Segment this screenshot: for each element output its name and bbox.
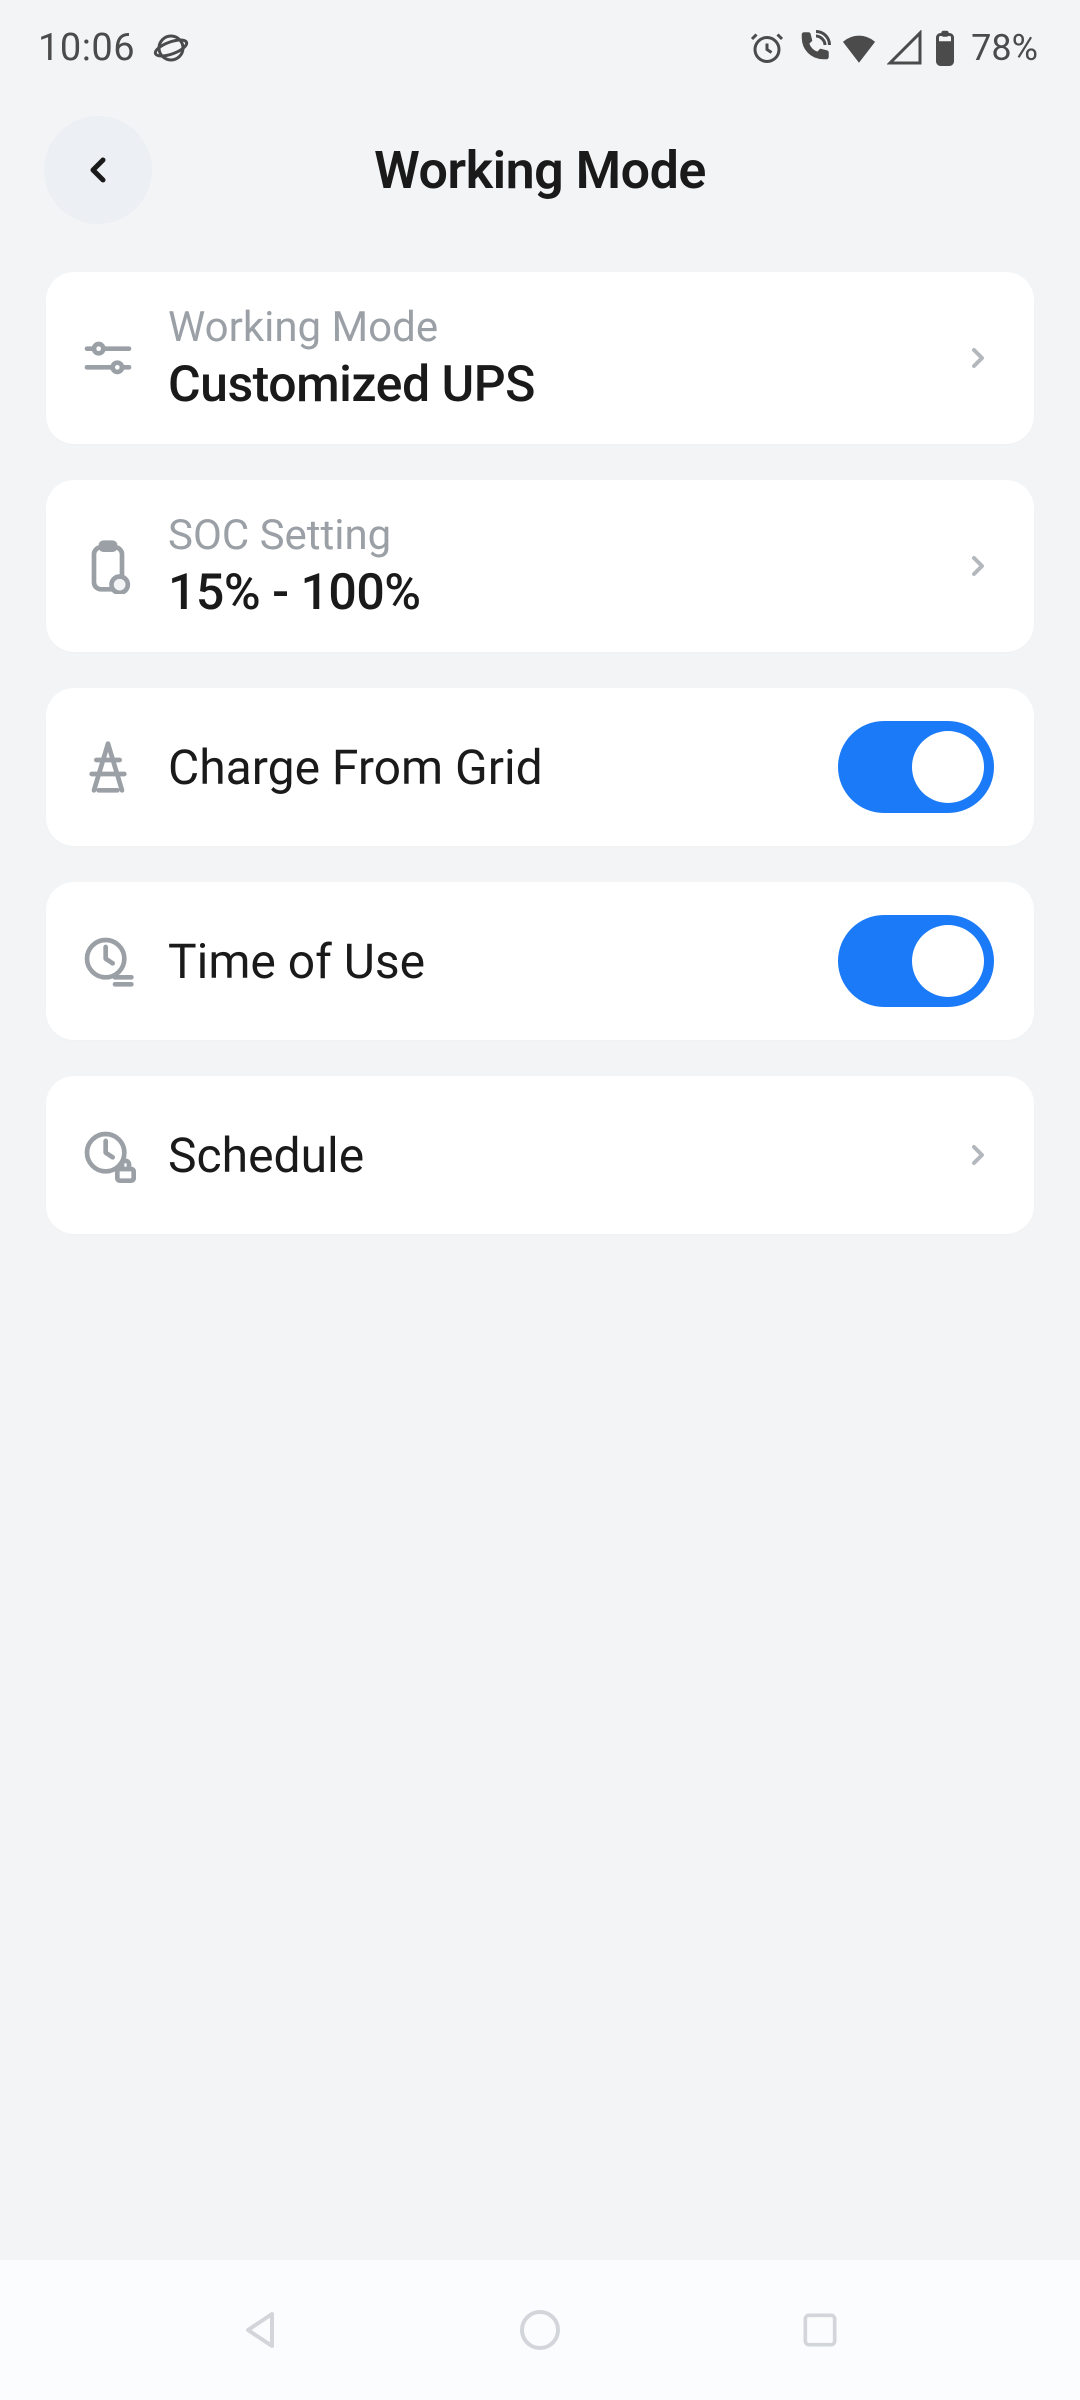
row-time-of-use: Time of Use bbox=[46, 882, 1034, 1040]
system-nav-bar bbox=[0, 2260, 1080, 2400]
card-list: Working Mode Customized UPS SOC Setting … bbox=[0, 244, 1080, 1234]
back-button[interactable] bbox=[44, 116, 152, 224]
chevron-right-icon bbox=[962, 1139, 994, 1171]
phone-wifi-icon bbox=[795, 30, 831, 66]
battery-soc-icon bbox=[76, 534, 140, 598]
nav-back[interactable] bbox=[232, 2302, 288, 2358]
status-battery: 78% bbox=[971, 27, 1038, 69]
row-label: SOC Setting bbox=[168, 511, 962, 560]
nav-recent[interactable] bbox=[792, 2302, 848, 2358]
row-working-mode[interactable]: Working Mode Customized UPS bbox=[46, 272, 1034, 444]
pylon-icon bbox=[76, 735, 140, 799]
chevron-right-icon bbox=[962, 342, 994, 374]
status-bar: 10:06 78% bbox=[0, 0, 1080, 96]
row-value: Customized UPS bbox=[168, 356, 962, 414]
wifi-icon bbox=[841, 30, 877, 66]
clock-lock-icon bbox=[76, 1123, 140, 1187]
status-right: 78% bbox=[749, 27, 1038, 69]
planet-icon bbox=[153, 30, 189, 66]
row-label: Schedule bbox=[168, 1127, 962, 1184]
sliders-icon bbox=[76, 326, 140, 390]
header: Working Mode bbox=[0, 96, 1080, 244]
row-label: Working Mode bbox=[168, 303, 962, 352]
toggle-charge-from-grid[interactable] bbox=[838, 721, 994, 813]
status-time: 10:06 bbox=[38, 26, 135, 70]
toggle-time-of-use[interactable] bbox=[838, 915, 994, 1007]
row-value: 15% - 100% bbox=[168, 564, 962, 622]
chevron-right-icon bbox=[962, 550, 994, 582]
signal-icon bbox=[887, 30, 923, 66]
status-left: 10:06 bbox=[38, 26, 189, 70]
clock-settings-icon bbox=[76, 929, 140, 993]
row-label: Time of Use bbox=[168, 933, 838, 990]
chevron-left-icon bbox=[78, 150, 118, 190]
page-title: Working Mode bbox=[374, 140, 706, 201]
row-label: Charge From Grid bbox=[168, 739, 838, 796]
row-charge-from-grid: Charge From Grid bbox=[46, 688, 1034, 846]
alarm-icon bbox=[749, 30, 785, 66]
battery-icon bbox=[933, 30, 957, 66]
row-schedule[interactable]: Schedule bbox=[46, 1076, 1034, 1234]
row-soc-setting[interactable]: SOC Setting 15% - 100% bbox=[46, 480, 1034, 652]
nav-home[interactable] bbox=[512, 2302, 568, 2358]
